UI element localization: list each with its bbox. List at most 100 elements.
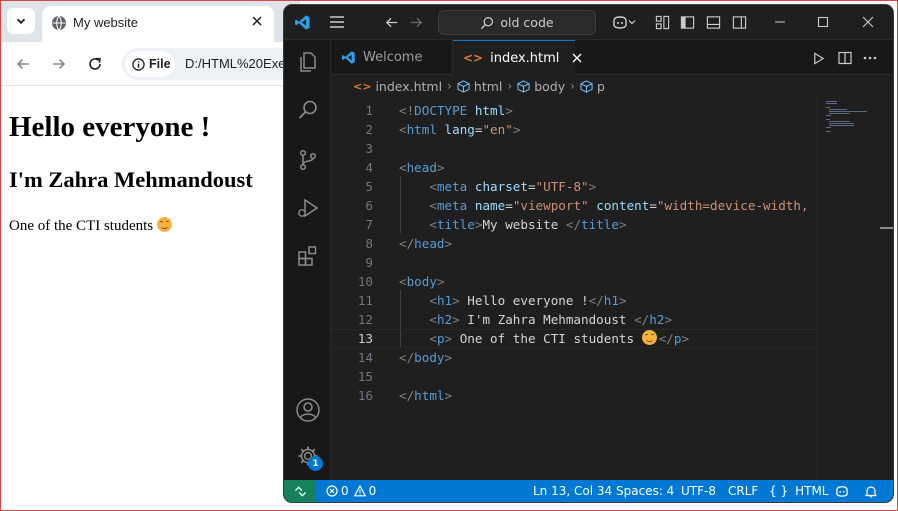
code-line[interactable]: 1 <!DOCTYPE html>: [331, 101, 817, 120]
site-info-label: File: [149, 57, 171, 71]
command-center-text: old code: [500, 15, 554, 30]
explorer-button[interactable]: [294, 48, 322, 76]
reload-button[interactable]: [85, 54, 105, 74]
line-ending-setting[interactable]: CRLF: [728, 480, 758, 502]
language-mode[interactable]: { } HTML: [769, 480, 829, 502]
breadcrumb-item-file[interactable]: <> index.html: [353, 79, 442, 94]
remote-indicator-button[interactable]: [284, 480, 316, 502]
code-token: =: [527, 179, 536, 194]
vscode-logo-icon: [293, 13, 311, 31]
breadcrumb-item-p[interactable]: p: [580, 79, 605, 94]
menu-button[interactable]: [328, 13, 346, 31]
forward-button[interactable]: [49, 54, 69, 74]
code-line[interactable]: 11 <h1> Hello everyone !</h1>: [331, 291, 817, 310]
toggle-panel-button[interactable]: [704, 13, 722, 31]
arrow-left-icon: [16, 58, 29, 70]
code-token: <!: [399, 103, 415, 118]
run-file-button[interactable]: [809, 49, 827, 67]
breadcrumb-label: p: [596, 78, 605, 94]
breadcrumb-item-html[interactable]: html: [457, 79, 502, 94]
tab-index-html-label: index.html: [490, 50, 560, 66]
notifications-button[interactable]: [865, 480, 877, 502]
problems-indicator[interactable]: 0 0: [326, 480, 376, 502]
close-window-button[interactable]: [859, 13, 877, 31]
cursor-position[interactable]: Ln 13, Col 34: [533, 480, 612, 502]
code-token: <: [429, 312, 437, 327]
toggle-primary-sidebar-button[interactable]: [678, 13, 696, 31]
page-paragraph-text: One of the CTI students: [9, 218, 154, 234]
code-line[interactable]: 6 <meta name="viewport" content="width=d…: [331, 196, 817, 215]
minimize-button[interactable]: [771, 13, 789, 31]
code-line[interactable]: 4 <head>: [331, 158, 817, 177]
toggle-secondary-sidebar-button[interactable]: [730, 13, 748, 31]
close-tab-button[interactable]: [248, 12, 266, 30]
browser-tab-strip: My website: [0, 0, 300, 42]
code-token: head: [414, 236, 445, 251]
code-line[interactable]: 8 </head>: [331, 234, 817, 253]
code-token: lang: [444, 122, 475, 137]
encoding-setting[interactable]: UTF-8: [681, 480, 716, 502]
code-line[interactable]: 13 <p> One of the CTI students </p>: [331, 329, 817, 348]
go-back-button[interactable]: [382, 13, 400, 31]
code-token: "width=device-width,: [656, 198, 809, 213]
indentation-setting[interactable]: Spaces: 4: [616, 480, 674, 502]
extensions-button[interactable]: [294, 242, 322, 270]
code-line[interactable]: 10 <body>: [331, 272, 817, 291]
command-center-search[interactable]: old code: [438, 10, 596, 35]
maximize-button[interactable]: [814, 13, 832, 31]
code-line[interactable]: 7 <title>My website </title>: [331, 215, 817, 234]
close-tab-button[interactable]: [572, 53, 582, 63]
copilot-button[interactable]: [611, 13, 637, 31]
code-token: "UTF-8": [535, 179, 589, 194]
globe-icon: [52, 15, 66, 31]
copilot-icon: [836, 486, 848, 497]
code-line[interactable]: 16 </html>: [331, 386, 817, 405]
code-token: "en": [482, 122, 513, 137]
back-button[interactable]: [13, 54, 33, 74]
code-token: </: [588, 293, 604, 308]
rendered-page: Hello everyone ! I'm Zahra Mehmandoust O…: [0, 87, 300, 511]
code-line[interactable]: 3: [331, 139, 817, 158]
run-and-debug-button[interactable]: [294, 194, 322, 222]
browser-tab[interactable]: My website: [42, 6, 274, 42]
code-line[interactable]: 9: [331, 253, 817, 272]
tab-welcome[interactable]: Welcome: [331, 40, 453, 75]
code-token: name: [474, 198, 506, 213]
vscode-window: old code 1 Welcome <> index.html <> inde…: [284, 5, 893, 502]
split-editor-button[interactable]: [836, 49, 854, 67]
code-text: <html lang="en">: [399, 120, 520, 139]
tab-welcome-label: Welcome: [363, 50, 423, 65]
browser-toolbar: File D:/HTML%20Exe: [0, 42, 312, 86]
line-number: 6: [365, 198, 373, 213]
copilot-status-button[interactable]: [835, 480, 849, 502]
minimap[interactable]: [817, 97, 893, 480]
tab-search-button[interactable]: [7, 8, 35, 34]
go-forward-button[interactable]: [407, 13, 425, 31]
code-line[interactable]: 12 <h2> I'm Zahra Mehmandoust </h2>: [331, 310, 817, 329]
code-line[interactable]: 5 <meta charset="UTF-8">: [331, 177, 817, 196]
code-text: <meta charset="UTF-8">: [399, 177, 596, 196]
breadcrumb-item-body[interactable]: body: [517, 79, 565, 94]
customize-layout-button[interactable]: [653, 13, 671, 31]
code-line[interactable]: 14 </body>: [331, 348, 817, 367]
code-line[interactable]: 2 <html lang="en">: [331, 120, 817, 139]
code-token: <: [429, 293, 437, 308]
code-editor[interactable]: 1 <!DOCTYPE html> 2 <html lang="en"> 3 4 <head…: [331, 97, 817, 480]
warning-count: 0: [368, 484, 377, 498]
site-info-chip[interactable]: File: [125, 51, 175, 77]
page-paragraph: One of the CTI students: [9, 217, 172, 235]
source-control-button[interactable]: [294, 146, 322, 174]
line-number: 11: [357, 293, 373, 308]
tab-index-html[interactable]: <> index.html: [453, 40, 582, 75]
close-icon: [252, 16, 262, 26]
more-actions-button[interactable]: [861, 49, 879, 67]
info-icon: [132, 57, 145, 71]
code-line[interactable]: 15: [331, 367, 817, 386]
code-token: =: [649, 198, 657, 213]
search-view-button[interactable]: [294, 96, 322, 124]
page-heading-h2: I'm Zahra Mehmandoust: [9, 167, 253, 192]
accounts-button[interactable]: [294, 396, 322, 424]
